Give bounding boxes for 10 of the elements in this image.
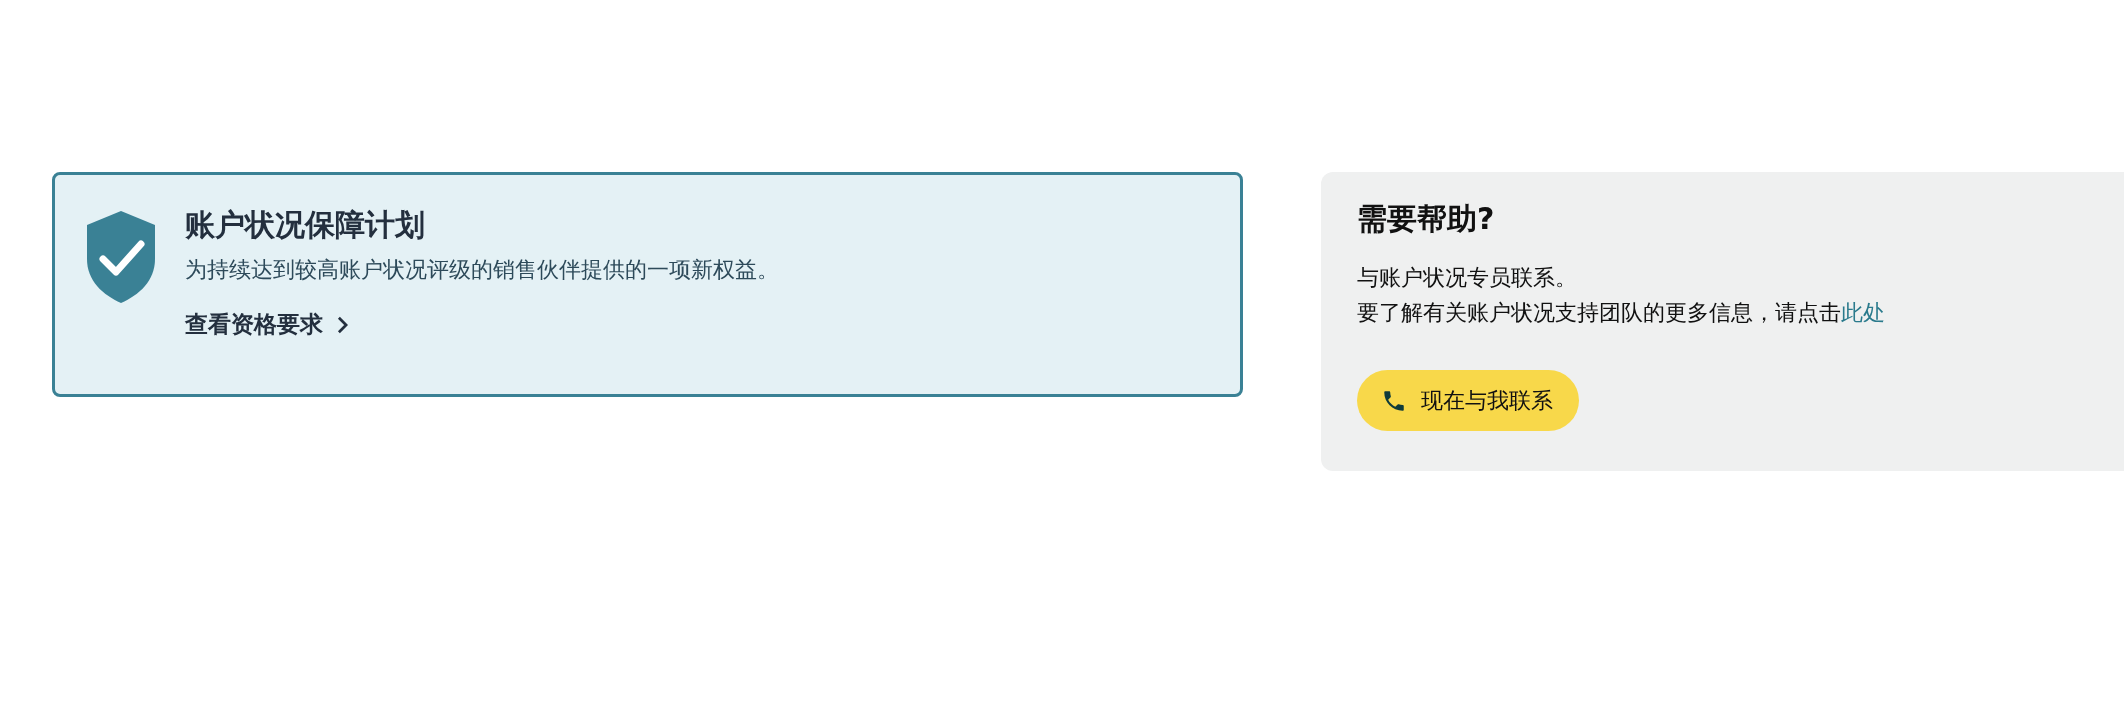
- card-title: 账户状况保障计划: [185, 206, 425, 244]
- contact-button[interactable]: 现在与我联系: [1357, 370, 1579, 431]
- help-text: 要了解有关账户状况支持团队的更多信息，请点击此处: [1357, 299, 1885, 327]
- shield-check-icon: [85, 209, 157, 305]
- help-text: 与账户状况专员联系。: [1357, 264, 1577, 292]
- help-title: 需要帮助?: [1357, 200, 1495, 238]
- eligibility-link[interactable]: 查看资格要求: [185, 309, 348, 340]
- chevron-right-icon: [337, 315, 348, 334]
- card-description: 为持续达到较高账户状况评级的销售伙伴提供的一项新权益。: [185, 256, 779, 284]
- here-link[interactable]: 此处: [1841, 300, 1885, 325]
